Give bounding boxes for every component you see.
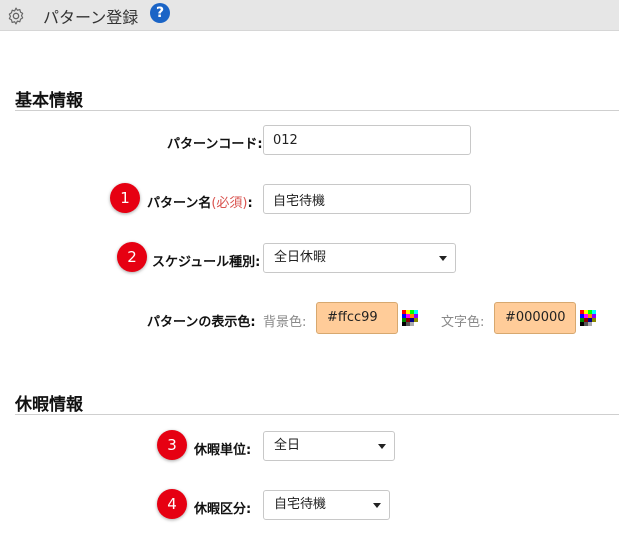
section-title-leave: 休暇情報	[15, 395, 83, 415]
step-badge-4: 4	[157, 489, 187, 519]
schedule-type-select[interactable]: 全日休暇	[263, 243, 456, 273]
leave-unit-select[interactable]: 全日	[263, 431, 395, 461]
pattern-code-input[interactable]	[263, 125, 471, 155]
pattern-code-label: パターンコード:	[167, 137, 263, 152]
schedule-type-value: 全日休暇	[274, 250, 327, 265]
bg-color-input[interactable]: #ffcc99	[316, 302, 398, 334]
leave-unit-label: 休暇単位:	[194, 443, 252, 458]
leave-category-select[interactable]: 自宅待機	[263, 490, 390, 520]
question-icon[interactable]: ?	[150, 3, 170, 23]
display-color-label: パターンの表示色:	[147, 315, 256, 330]
step-badge-3: 3	[157, 430, 187, 460]
section-divider	[15, 110, 619, 111]
text-color-input[interactable]: #000000	[494, 302, 576, 334]
schedule-type-label: スケジュール種別:	[152, 255, 261, 270]
gear-icon[interactable]	[6, 6, 26, 26]
chevron-down-icon	[378, 444, 386, 449]
pattern-name-label: パターン名(必須):	[147, 196, 253, 211]
section-title-basic: 基本情報	[15, 91, 83, 111]
text-color-label: 文字色:	[441, 315, 485, 330]
step-badge-2: 2	[117, 242, 147, 272]
required-marker: (必須)	[211, 196, 248, 211]
page-title: パターン登録	[43, 8, 139, 27]
step-badge-1: 1	[110, 183, 140, 213]
leave-category-label: 休暇区分:	[194, 502, 252, 517]
pattern-name-input[interactable]	[263, 184, 471, 214]
page-header: パターン登録 ?	[0, 0, 619, 31]
leave-category-value: 自宅待機	[274, 497, 327, 512]
chevron-down-icon	[373, 503, 381, 508]
section-divider	[15, 414, 619, 415]
color-palette-icon[interactable]	[580, 310, 596, 326]
chevron-down-icon	[439, 256, 447, 261]
bg-color-label: 背景色:	[263, 315, 307, 330]
color-palette-icon[interactable]	[402, 310, 418, 326]
leave-unit-value: 全日	[274, 438, 301, 453]
